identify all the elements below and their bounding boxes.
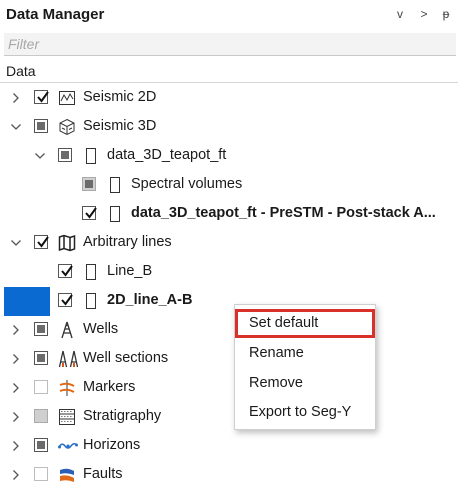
document-icon <box>82 292 100 310</box>
visibility-checkbox[interactable] <box>58 148 72 162</box>
chevron-down-icon[interactable] <box>10 236 22 250</box>
expand-button[interactable]: > <box>416 7 432 21</box>
menu-item-label: Rename <box>249 345 304 361</box>
tree-item-label: Wells <box>83 321 119 337</box>
chevron-down-icon[interactable] <box>10 120 22 134</box>
menu-item-export-segy[interactable]: Export to Seg-Y <box>235 398 375 427</box>
document-icon <box>82 147 100 165</box>
tree-item-label: Horizons <box>83 437 141 453</box>
menu-item-label: Remove <box>249 375 303 391</box>
tree-row[interactable]: Wells <box>0 316 458 345</box>
tree-item-label: Arbitrary lines <box>83 234 172 250</box>
menu-item-set-default[interactable]: Set default <box>235 309 375 338</box>
tree-row[interactable]: Stratigraphy <box>0 403 458 432</box>
stratigraphy-icon <box>58 408 76 426</box>
tree-item-label: Seismic 2D <box>83 89 157 105</box>
faults-icon <box>58 466 76 484</box>
visibility-checkbox[interactable] <box>82 206 97 220</box>
tree-row[interactable]: Markers <box>0 374 458 403</box>
well-icon <box>58 321 76 339</box>
tree-row[interactable]: Well sections <box>0 345 458 374</box>
tree-row[interactable]: Seismic 2D <box>0 84 458 113</box>
tree-item-label: Seismic 3D <box>83 118 157 134</box>
markers-icon <box>58 379 76 397</box>
chevron-down-icon[interactable] <box>34 149 46 163</box>
document-icon <box>106 176 124 194</box>
tree-row[interactable]: Faults <box>0 461 458 490</box>
filter-input[interactable]: Filter <box>4 33 456 56</box>
visibility-checkbox[interactable] <box>34 467 48 481</box>
horizons-icon <box>58 437 78 455</box>
visibility-checkbox[interactable] <box>34 380 48 394</box>
visibility-checkbox[interactable] <box>58 264 73 278</box>
menu-item-remove[interactable]: Remove <box>235 369 375 398</box>
seismic-2d-icon <box>58 89 76 107</box>
menu-item-label: Set default <box>249 315 319 331</box>
tree-item-label: data_3D_teapot_ft <box>107 147 227 163</box>
chevron-right-icon[interactable] <box>10 381 22 395</box>
chevron-right-icon[interactable] <box>10 410 22 424</box>
collapse-button[interactable]: v <box>392 7 408 21</box>
tree-item-label: Spectral volumes <box>131 176 243 192</box>
tree-row[interactable]: Seismic 3D <box>0 113 458 142</box>
column-header-data[interactable]: Data <box>0 60 458 83</box>
context-menu: Set default Rename Remove Export to Seg-… <box>234 304 376 430</box>
document-icon <box>82 263 100 281</box>
visibility-checkbox[interactable] <box>34 235 49 249</box>
tree-item-label: Stratigraphy <box>83 408 162 424</box>
chevron-right-icon[interactable] <box>10 439 22 453</box>
visibility-checkbox[interactable] <box>34 438 48 452</box>
visibility-checkbox[interactable] <box>34 409 48 423</box>
tree-row[interactable]: 2D_line_A-B <box>0 287 458 316</box>
tree-item-label: Line_B <box>107 263 153 279</box>
pin-icon[interactable]: ᵽ <box>438 7 454 21</box>
chevron-right-icon[interactable] <box>10 352 22 366</box>
chevron-right-icon[interactable] <box>10 91 22 105</box>
tree-row[interactable]: Horizons <box>0 432 458 461</box>
visibility-checkbox[interactable] <box>34 322 48 336</box>
chevron-right-icon[interactable] <box>10 468 22 482</box>
tree-row[interactable]: Arbitrary lines <box>0 229 458 258</box>
tree-row[interactable]: data_3D_teapot_ft <box>0 142 458 171</box>
tree-row[interactable]: data_3D_teapot_ft - PreSTM - Post-stack … <box>0 200 458 229</box>
well-sections-icon <box>58 350 79 368</box>
visibility-checkbox[interactable] <box>34 119 48 133</box>
chevron-right-icon[interactable] <box>10 323 22 337</box>
tree-item-label: Well sections <box>83 350 169 366</box>
tree-row[interactable]: Spectral volumes <box>0 171 458 200</box>
selection-highlight <box>4 287 50 316</box>
tree-item-label: 2D_line_A-B <box>107 292 193 308</box>
visibility-checkbox[interactable] <box>58 293 73 307</box>
filter-placeholder: Filter <box>8 36 40 52</box>
panel-title: Data Manager <box>6 6 105 23</box>
tree-item-label: Markers <box>83 379 136 395</box>
visibility-checkbox[interactable] <box>34 351 48 365</box>
map-icon <box>58 234 76 252</box>
tree-item-label: data_3D_teapot_ft - PreSTM - Post-stack … <box>131 205 436 221</box>
seismic-3d-icon <box>58 118 76 136</box>
visibility-checkbox[interactable] <box>34 90 49 104</box>
menu-item-rename[interactable]: Rename <box>235 339 375 368</box>
tree-item-label: Faults <box>83 466 123 482</box>
menu-item-label: Export to Seg-Y <box>249 404 352 420</box>
document-icon <box>106 205 124 223</box>
tree-row[interactable]: Line_B <box>0 258 458 287</box>
column-header-label: Data <box>6 63 36 79</box>
panel-titlebar: Data Manager v > ᵽ <box>0 0 458 30</box>
visibility-checkbox[interactable] <box>82 177 96 191</box>
